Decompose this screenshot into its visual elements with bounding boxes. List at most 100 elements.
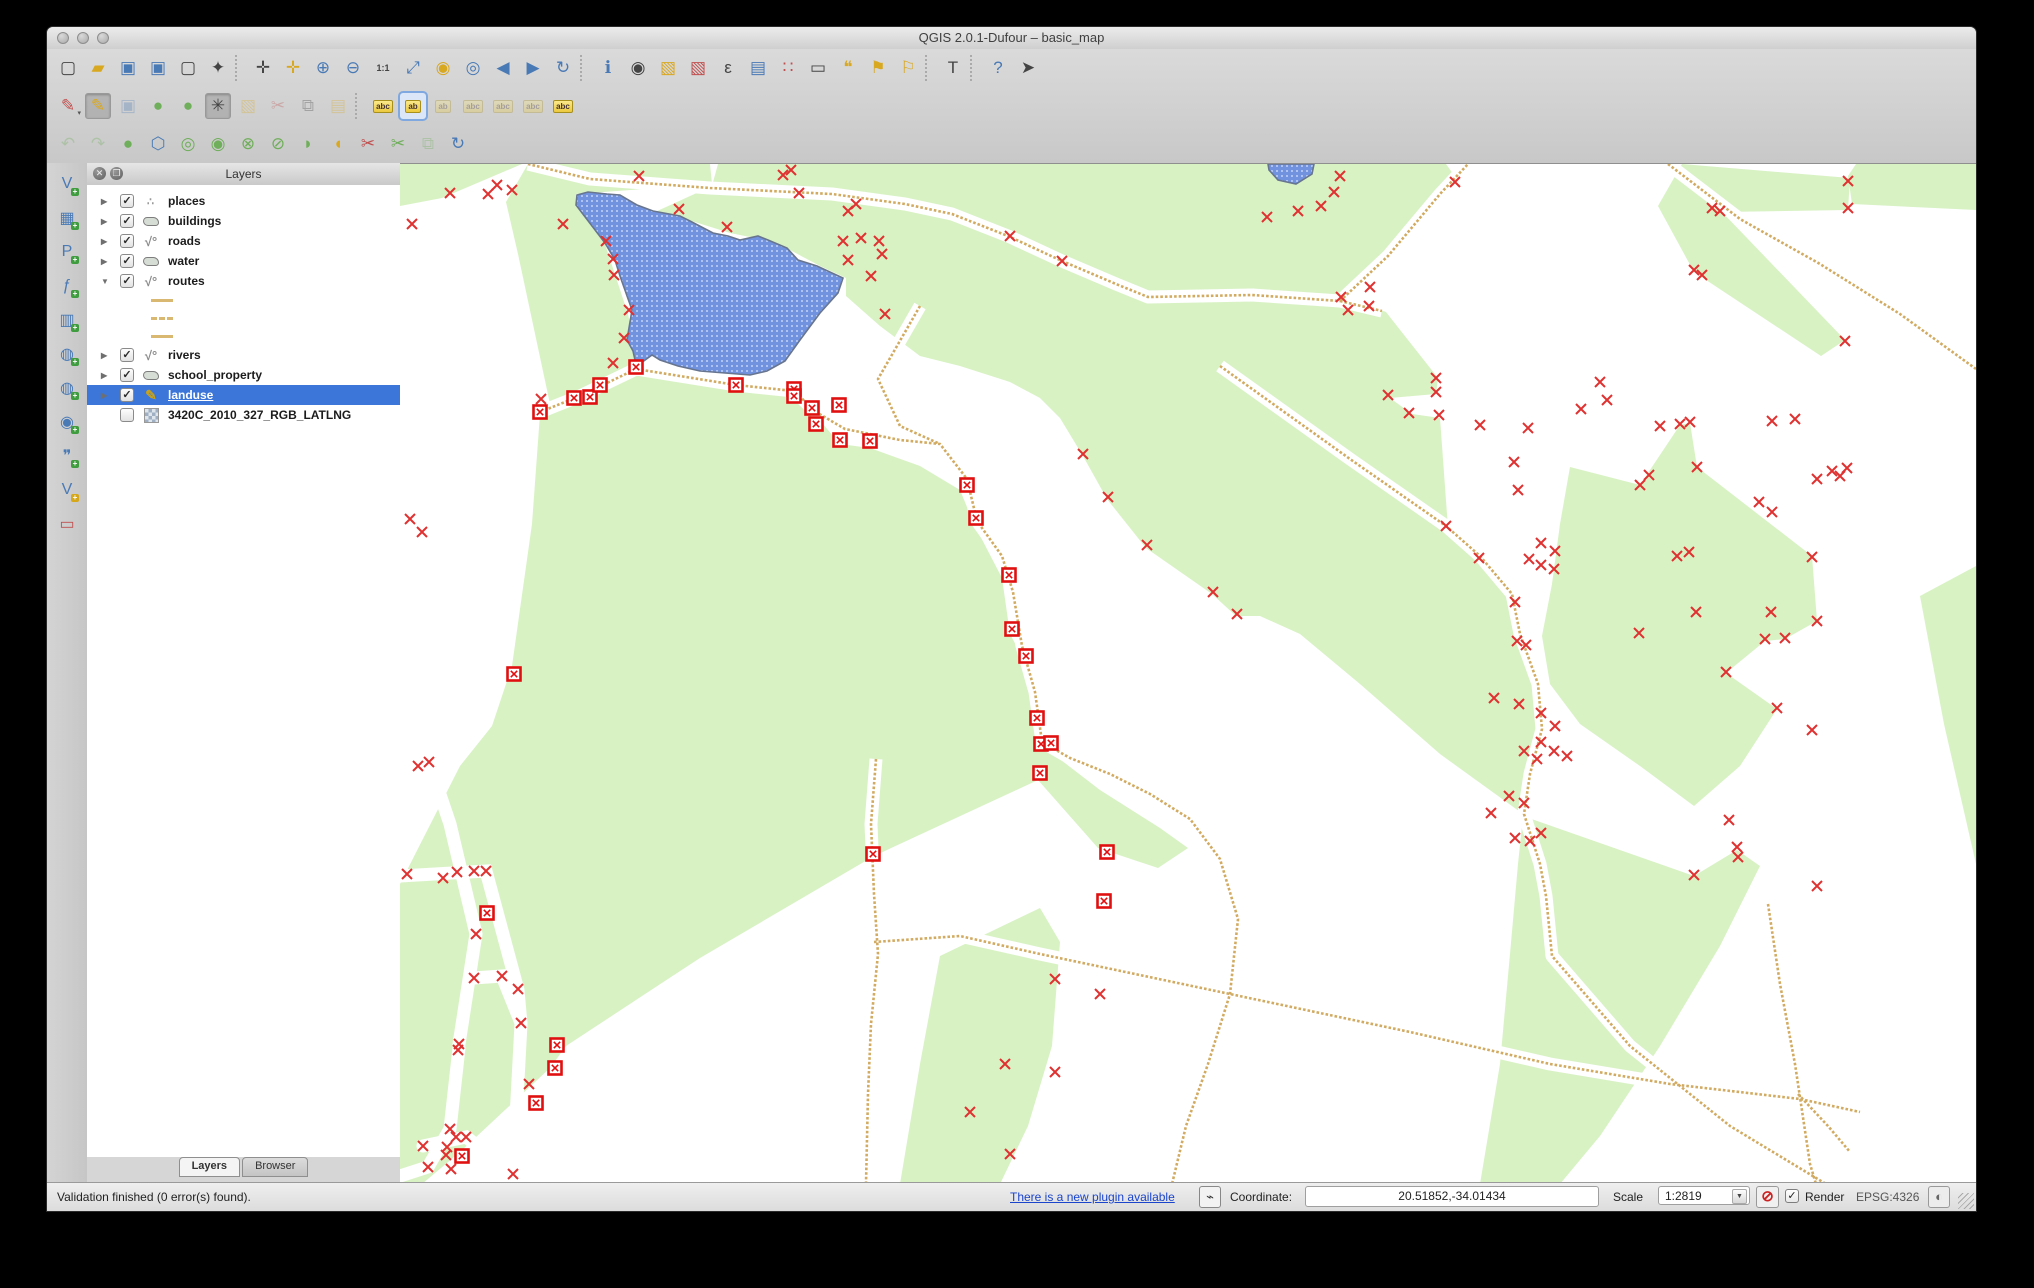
selected-vertex-marker[interactable] <box>1043 735 1059 751</box>
title-bar[interactable]: QGIS 2.0.1-Dufour – basic_map <box>47 27 1976 50</box>
vertex-x-marker[interactable] <box>491 179 503 191</box>
new-print-composer-button[interactable]: ▢ <box>175 55 201 81</box>
landuse-polygon[interactable] <box>1920 566 1976 864</box>
simplify-feature-button[interactable]: ⬡ <box>145 131 171 157</box>
selected-vertex-marker[interactable] <box>1096 893 1112 909</box>
whats-this-button[interactable]: ➤ <box>1015 55 1041 81</box>
label-pin-unpin-icon[interactable]: ab <box>398 91 428 121</box>
layer-visibility-checkbox[interactable] <box>120 408 134 422</box>
selected-vertex-marker[interactable] <box>479 905 495 921</box>
selected-vertex-marker[interactable] <box>549 1037 565 1053</box>
add-mssql-layer-button[interactable]: ▥ + <box>54 307 80 333</box>
vertex-x-marker[interactable] <box>445 1163 457 1175</box>
selected-vertex-marker[interactable] <box>566 390 582 406</box>
scale-dropdown-icon[interactable]: ▼ <box>1732 1189 1747 1204</box>
zoom-native-button[interactable]: 1:1 <box>370 55 396 81</box>
open-attribute-table-button[interactable]: ▤ <box>745 55 771 81</box>
landuse-polygon[interactable] <box>1542 423 1817 806</box>
toggle-editing-button[interactable]: ✎ <box>85 93 111 119</box>
stop-render-icon[interactable]: ⊘ <box>1756 1186 1779 1208</box>
zoom-to-selection-button[interactable]: ◉ <box>430 55 456 81</box>
coordinate-input[interactable]: 20.51852,-34.01434 <box>1305 1186 1599 1207</box>
vertex-x-marker[interactable] <box>1654 420 1666 432</box>
vertex-x-marker[interactable] <box>1508 456 1520 468</box>
vertex-x-marker[interactable] <box>1811 473 1823 485</box>
vertex-x-marker[interactable] <box>1601 394 1613 406</box>
layer-item-roads[interactable]: ▶ ✓ √° roads <box>87 231 400 251</box>
layer-visibility-checkbox[interactable]: ✓ <box>120 274 134 288</box>
add-oracle-layer-button[interactable]: ◍ + <box>54 341 80 367</box>
layer-item-3420C_2010_327_RGB_LATLNG[interactable]: 3420C_2010_327_RGB_LATLNG <box>87 405 400 425</box>
rotate-point-symbols-button[interactable]: ↻ <box>445 131 471 157</box>
layer-item-buildings[interactable]: ▶ ✓ buildings <box>87 211 400 231</box>
vertex-x-marker[interactable] <box>1789 413 1801 425</box>
zoom-next-button[interactable]: ▶ <box>520 55 546 81</box>
identify-features-button[interactable]: ℹ <box>595 55 621 81</box>
vertex-x-marker[interactable] <box>1548 745 1560 757</box>
vertex-x-marker[interactable] <box>482 188 494 200</box>
selected-vertex-marker[interactable] <box>728 377 744 393</box>
expander-icon[interactable]: ▶ <box>101 371 111 380</box>
plugin-icon[interactable]: ⌁ <box>1199 1186 1221 1208</box>
panel-tab-browser[interactable]: Browser <box>242 1157 309 1177</box>
selected-vertex-marker[interactable] <box>831 397 847 413</box>
selected-vertex-marker[interactable] <box>547 1060 563 1076</box>
add-ring-button[interactable]: ◎ <box>175 131 201 157</box>
move-feature-button[interactable]: ● <box>175 93 201 119</box>
dropdown-arrow-icon[interactable]: ▾ <box>77 109 81 117</box>
layer-visibility-checkbox[interactable]: ✓ <box>120 234 134 248</box>
label-change-icon[interactable]: abc <box>550 93 576 119</box>
vertex-x-marker[interactable] <box>412 760 424 772</box>
add-spatialite-layer-button[interactable]: ƒ + <box>54 273 80 299</box>
resize-grip[interactable] <box>1958 1193 1974 1209</box>
map-canvas[interactable] <box>400 163 1976 1184</box>
layer-visibility-checkbox[interactable]: ✓ <box>120 254 134 268</box>
delete-ring-button[interactable]: ⊗ <box>235 131 261 157</box>
crs-projector-icon[interactable]: ◐ <box>1928 1186 1950 1208</box>
layer-item-places[interactable]: ▶ ✓ ∴ places <box>87 191 400 211</box>
expander-icon[interactable]: ▶ <box>101 237 111 246</box>
composer-manager-button[interactable]: ✦ <box>205 55 231 81</box>
landuse-polygon[interactable] <box>1480 816 1760 1184</box>
selected-vertex-marker[interactable] <box>1029 710 1045 726</box>
selected-vertex-marker[interactable] <box>592 377 608 393</box>
vertex-x-marker[interactable] <box>404 513 416 525</box>
panel-tab-layers[interactable]: Layers <box>178 1157 241 1177</box>
split-features-button[interactable]: ✂ <box>355 131 381 157</box>
expander-icon[interactable]: ▶ <box>101 197 111 206</box>
selected-vertex-marker[interactable] <box>804 400 820 416</box>
render-checkbox[interactable]: ✓ <box>1785 1189 1799 1203</box>
run-feature-action-button[interactable]: ◉ <box>625 55 651 81</box>
vertex-x-marker[interactable] <box>1766 415 1778 427</box>
vertex-x-marker[interactable] <box>1509 832 1521 844</box>
new-project-button[interactable]: ▢ <box>55 55 81 81</box>
vertex-x-marker[interactable] <box>1549 720 1561 732</box>
layer-item-routes[interactable]: ▼ ✓ √° routes <box>87 271 400 291</box>
help-contents-button[interactable]: ? <box>985 55 1011 81</box>
zoom-last-button[interactable]: ◀ <box>490 55 516 81</box>
add-wcs-layer-button[interactable]: ◉ + <box>54 409 80 435</box>
offset-curve-button[interactable]: ◖ <box>325 131 351 157</box>
scale-combobox[interactable]: 1:2819 ▼ <box>1658 1186 1750 1205</box>
layer-visibility-checkbox[interactable]: ✓ <box>120 348 134 362</box>
layer-item-rivers[interactable]: ▶ ✓ √° rivers <box>87 345 400 365</box>
reshape-features-button[interactable]: ◗ <box>295 131 321 157</box>
selected-vertex-marker[interactable] <box>628 359 644 375</box>
select-features-button[interactable]: ▧ <box>655 55 681 81</box>
layer-item-water[interactable]: ▶ ✓ water <box>87 251 400 271</box>
vertex-x-marker[interactable] <box>1594 376 1606 388</box>
add-part-button[interactable]: ◉ <box>205 131 231 157</box>
selected-vertex-marker[interactable] <box>532 404 548 420</box>
vertex-x-marker[interactable] <box>1094 988 1106 1000</box>
selected-vertex-marker[interactable] <box>832 432 848 448</box>
selected-vertex-marker[interactable] <box>1099 844 1115 860</box>
vertex-x-marker[interactable] <box>1512 484 1524 496</box>
selected-vertex-marker[interactable] <box>454 1148 470 1164</box>
new-plugin-link[interactable]: There is a new plugin available <box>1010 1190 1175 1204</box>
show-bookmarks-button[interactable]: ⚐ <box>895 55 921 81</box>
rotate-feature-button[interactable]: ● <box>115 131 141 157</box>
add-vector-layer-button[interactable]: V + <box>54 171 80 197</box>
selected-vertex-marker[interactable] <box>1032 765 1048 781</box>
layer-visibility-checkbox[interactable]: ✓ <box>120 194 134 208</box>
zoom-in-button[interactable]: ⊕ <box>310 55 336 81</box>
